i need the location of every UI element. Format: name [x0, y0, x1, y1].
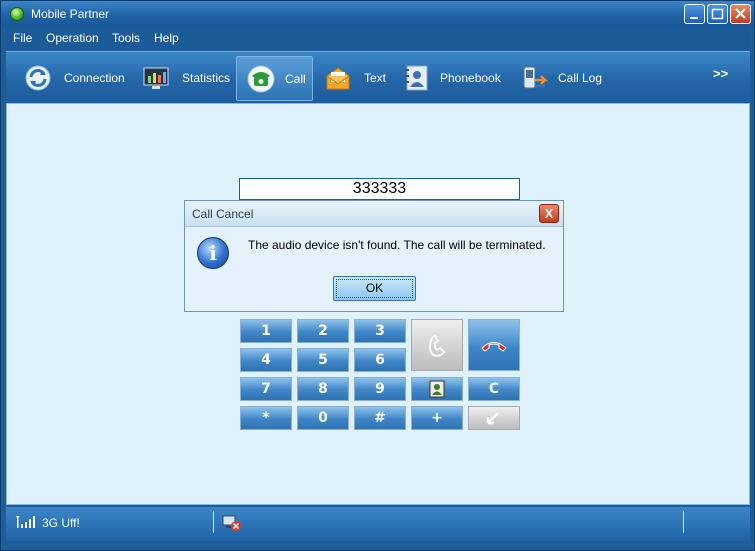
- minimize-icon: [690, 17, 698, 19]
- toolbar-more-button[interactable]: >>: [713, 66, 728, 81]
- toolbar-label: Call Log: [558, 71, 603, 85]
- maximize-icon: [711, 8, 724, 20]
- keypad-2[interactable]: 2: [297, 319, 349, 343]
- status-divider: [683, 511, 684, 533]
- phonebook-icon: [405, 65, 428, 91]
- ok-button[interactable]: OK: [333, 276, 416, 301]
- keypad-6[interactable]: 6: [354, 348, 406, 372]
- keypad-5[interactable]: 5: [297, 348, 349, 372]
- menu-file[interactable]: File: [13, 31, 32, 45]
- signal-strength-icon: [16, 516, 35, 528]
- keypad-8[interactable]: 8: [297, 377, 349, 401]
- toolbar: Connection Statistics Call Text Phoneboo…: [6, 51, 750, 103]
- phone-icon: [247, 65, 275, 93]
- window-title: Mobile Partner: [31, 7, 110, 21]
- keypad-hash[interactable]: #: [354, 406, 406, 430]
- statistics-icon: [143, 67, 169, 89]
- contacts-button[interactable]: [411, 377, 463, 401]
- phone-handset-icon: [429, 334, 446, 357]
- connection-icon: [25, 65, 51, 91]
- toolbar-connection[interactable]: Connection: [18, 56, 136, 101]
- toolbar-call-log[interactable]: Call Log: [516, 56, 616, 101]
- contact-card-icon: [429, 380, 445, 398]
- toolbar-label: Statistics: [182, 71, 231, 85]
- toolbar-label: Call: [285, 72, 306, 86]
- clear-button[interactable]: C: [468, 377, 520, 401]
- keypad-plus[interactable]: +: [411, 406, 463, 430]
- toolbar-label: Connection: [64, 71, 125, 85]
- maximize-button[interactable]: [707, 4, 728, 24]
- status-divider: [213, 511, 214, 533]
- dial-button[interactable]: [411, 319, 463, 371]
- keypad-star[interactable]: *: [240, 406, 292, 430]
- minimize-button[interactable]: [684, 4, 705, 24]
- menu-help[interactable]: Help: [154, 31, 179, 45]
- info-icon: i: [197, 237, 229, 269]
- keypad-7[interactable]: 7: [240, 377, 292, 401]
- dialog-close-button[interactable]: X: [539, 204, 559, 223]
- close-button[interactable]: [730, 4, 751, 24]
- toolbar-call[interactable]: Call: [236, 56, 313, 101]
- hang-up-icon: [481, 342, 507, 352]
- toolbar-statistics[interactable]: Statistics: [136, 56, 236, 101]
- app-logo-icon: [10, 7, 24, 21]
- toolbar-phonebook[interactable]: Phonebook: [398, 56, 514, 101]
- status-bar: 3G Uff!: [6, 507, 750, 541]
- title-bar[interactable]: Mobile Partner: [1, 1, 754, 27]
- dialog-title-bar[interactable]: Call Cancel X: [185, 201, 563, 227]
- keypad-9[interactable]: 9: [354, 377, 406, 401]
- toolbar-label: Text: [364, 71, 387, 85]
- backspace-arrow-icon: [486, 412, 499, 425]
- keypad-0[interactable]: 0: [297, 406, 349, 430]
- menu-operation[interactable]: Operation: [46, 31, 99, 45]
- disconnected-icon: [222, 515, 241, 531]
- phone-number-input[interactable]: 333333: [239, 178, 520, 200]
- envelope-icon: [326, 67, 350, 90]
- dialog-message: The audio device isn't found. The call w…: [248, 238, 546, 252]
- toolbar-label: Phonebook: [440, 71, 501, 85]
- menu-bar: File Operation Tools Help: [6, 27, 750, 49]
- keypad-1[interactable]: 1: [240, 319, 292, 343]
- close-icon: X: [544, 206, 554, 221]
- close-icon: [735, 8, 746, 19]
- call-cancel-dialog: Call Cancel X i The audio device isn't f…: [184, 200, 564, 312]
- hangup-button[interactable]: [468, 319, 520, 371]
- call-log-icon: [523, 66, 548, 89]
- toolbar-text[interactable]: Text: [318, 56, 398, 101]
- keypad-3[interactable]: 3: [354, 319, 406, 343]
- network-status: 3G Uff!: [42, 516, 80, 530]
- keypad-4[interactable]: 4: [240, 348, 292, 372]
- dialog-title: Call Cancel: [192, 207, 254, 221]
- menu-tools[interactable]: Tools: [112, 31, 140, 45]
- main-window: Mobile Partner File Operation Tools Help…: [0, 0, 755, 551]
- backspace-button[interactable]: [468, 406, 520, 430]
